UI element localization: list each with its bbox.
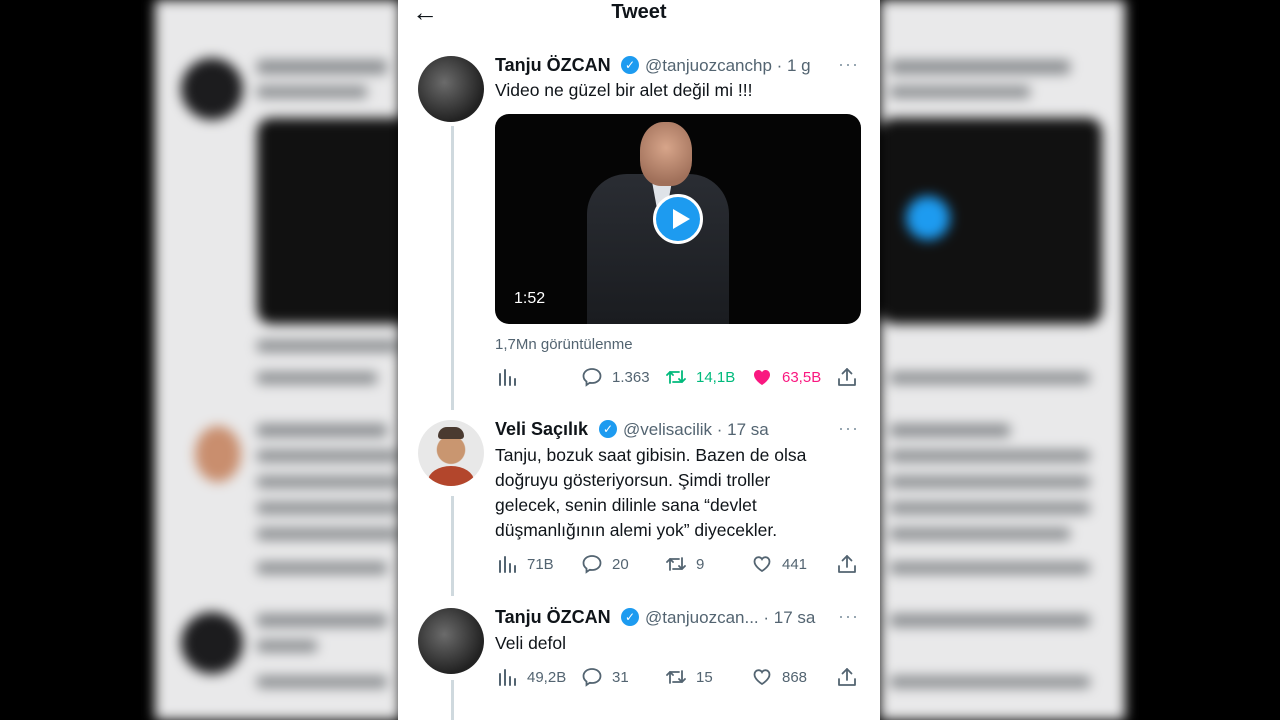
thread-line xyxy=(451,496,454,596)
retweet-button[interactable]: 14,1B xyxy=(666,366,735,388)
heart-filled-icon xyxy=(754,370,770,385)
verified-badge-icon: ✓ xyxy=(599,420,617,438)
share-button[interactable] xyxy=(837,553,857,575)
share-button[interactable] xyxy=(837,366,857,388)
tweet-text-line: doğruyu gösteriyorsun. Şimdi troller xyxy=(495,470,771,490)
view-count: 71B xyxy=(527,555,554,573)
reply-button[interactable]: 1.363 xyxy=(582,366,650,388)
play-icon[interactable] xyxy=(653,194,703,244)
retweet-icon xyxy=(666,670,686,684)
tweet-text-line: Tanju, bozuk saat gibisin. Bazen de olsa xyxy=(495,445,807,465)
view-count: 49,2B xyxy=(527,668,567,686)
reply-count: 1.363 xyxy=(612,368,650,386)
analytics-icon xyxy=(499,369,516,386)
reply-icon xyxy=(582,555,602,574)
tweet-text-line: düşmanlığının alemi yok” diyecekler. xyxy=(495,520,778,540)
avatar-shirt xyxy=(428,466,474,486)
verified-badge-icon: ✓ xyxy=(621,608,639,626)
blurred-background-right xyxy=(880,0,1125,720)
retweet-icon xyxy=(666,557,686,571)
tweet-text: Tanju, bozuk saat gibisin. Bazen de olsa… xyxy=(495,443,806,543)
avatar[interactable] xyxy=(418,56,484,122)
tweet-text: Veli defol xyxy=(495,633,567,653)
retweet-button[interactable]: 15 xyxy=(666,666,713,688)
more-options-icon[interactable]: ··· xyxy=(838,606,859,627)
like-count: 441 xyxy=(782,555,808,573)
avatar[interactable] xyxy=(418,608,484,674)
avatar-hair xyxy=(438,427,464,439)
like-count: 868 xyxy=(782,668,808,686)
analytics-icon xyxy=(499,556,516,573)
heart-icon xyxy=(753,669,771,686)
page-title: Tweet xyxy=(611,1,667,23)
blurred-background-left xyxy=(155,0,400,720)
video-player[interactable]: 1:52 xyxy=(495,114,861,324)
like-count: 63,5B xyxy=(782,368,822,386)
thread-line xyxy=(451,126,454,410)
analytics-icon xyxy=(499,669,516,686)
author-name[interactable]: Tanju ÖZCAN xyxy=(495,55,611,76)
reply-button[interactable]: 20 xyxy=(582,553,629,575)
author-name[interactable]: Veli Saçılık xyxy=(495,419,588,440)
heart-icon xyxy=(753,556,771,573)
more-options-icon[interactable]: ··· xyxy=(838,418,859,439)
more-options-icon[interactable]: ··· xyxy=(838,54,859,75)
analytics-button[interactable]: 49,2B xyxy=(497,666,566,688)
analytics-button[interactable]: 71B xyxy=(497,553,554,575)
reply-count: 20 xyxy=(612,555,629,573)
retweet-count: 14,1B xyxy=(696,368,736,386)
video-thumbnail-head xyxy=(640,122,692,186)
retweet-count: 9 xyxy=(696,555,705,573)
author-handle-time[interactable]: @tanjuozcan... · 17 sa xyxy=(645,608,815,628)
like-button[interactable]: 868 xyxy=(752,666,807,688)
reply-count: 31 xyxy=(612,668,629,686)
reply-button[interactable]: 31 xyxy=(582,666,629,688)
avatar[interactable] xyxy=(418,420,484,486)
share-icon xyxy=(838,368,856,386)
tweet-text-line: gelecek, senin dilinle sana “devlet xyxy=(495,495,757,515)
verified-badge-icon: ✓ xyxy=(621,56,639,74)
like-button[interactable]: 441 xyxy=(752,553,807,575)
author-handle-time[interactable]: @velisacilik · 17 sa xyxy=(623,420,769,440)
retweet-count: 15 xyxy=(696,668,713,686)
retweet-icon xyxy=(666,370,686,384)
like-button[interactable]: 63,5B xyxy=(752,366,821,388)
video-duration: 1:52 xyxy=(514,290,546,307)
view-count: 1,7Mn görüntülenme xyxy=(495,336,633,353)
author-handle-time[interactable]: @tanjuozcanchp · 1 g xyxy=(645,56,811,76)
tweet-text: Video ne güzel bir alet değil mi !!! xyxy=(495,80,753,100)
share-icon xyxy=(838,668,856,686)
retweet-button[interactable]: 9 xyxy=(666,553,704,575)
thread-line xyxy=(451,680,454,720)
reply-icon xyxy=(582,668,602,687)
author-name[interactable]: Tanju ÖZCAN xyxy=(495,607,611,628)
share-button[interactable] xyxy=(837,666,857,688)
analytics-button[interactable] xyxy=(497,366,517,388)
share-icon xyxy=(838,555,856,573)
reply-icon xyxy=(582,368,602,387)
